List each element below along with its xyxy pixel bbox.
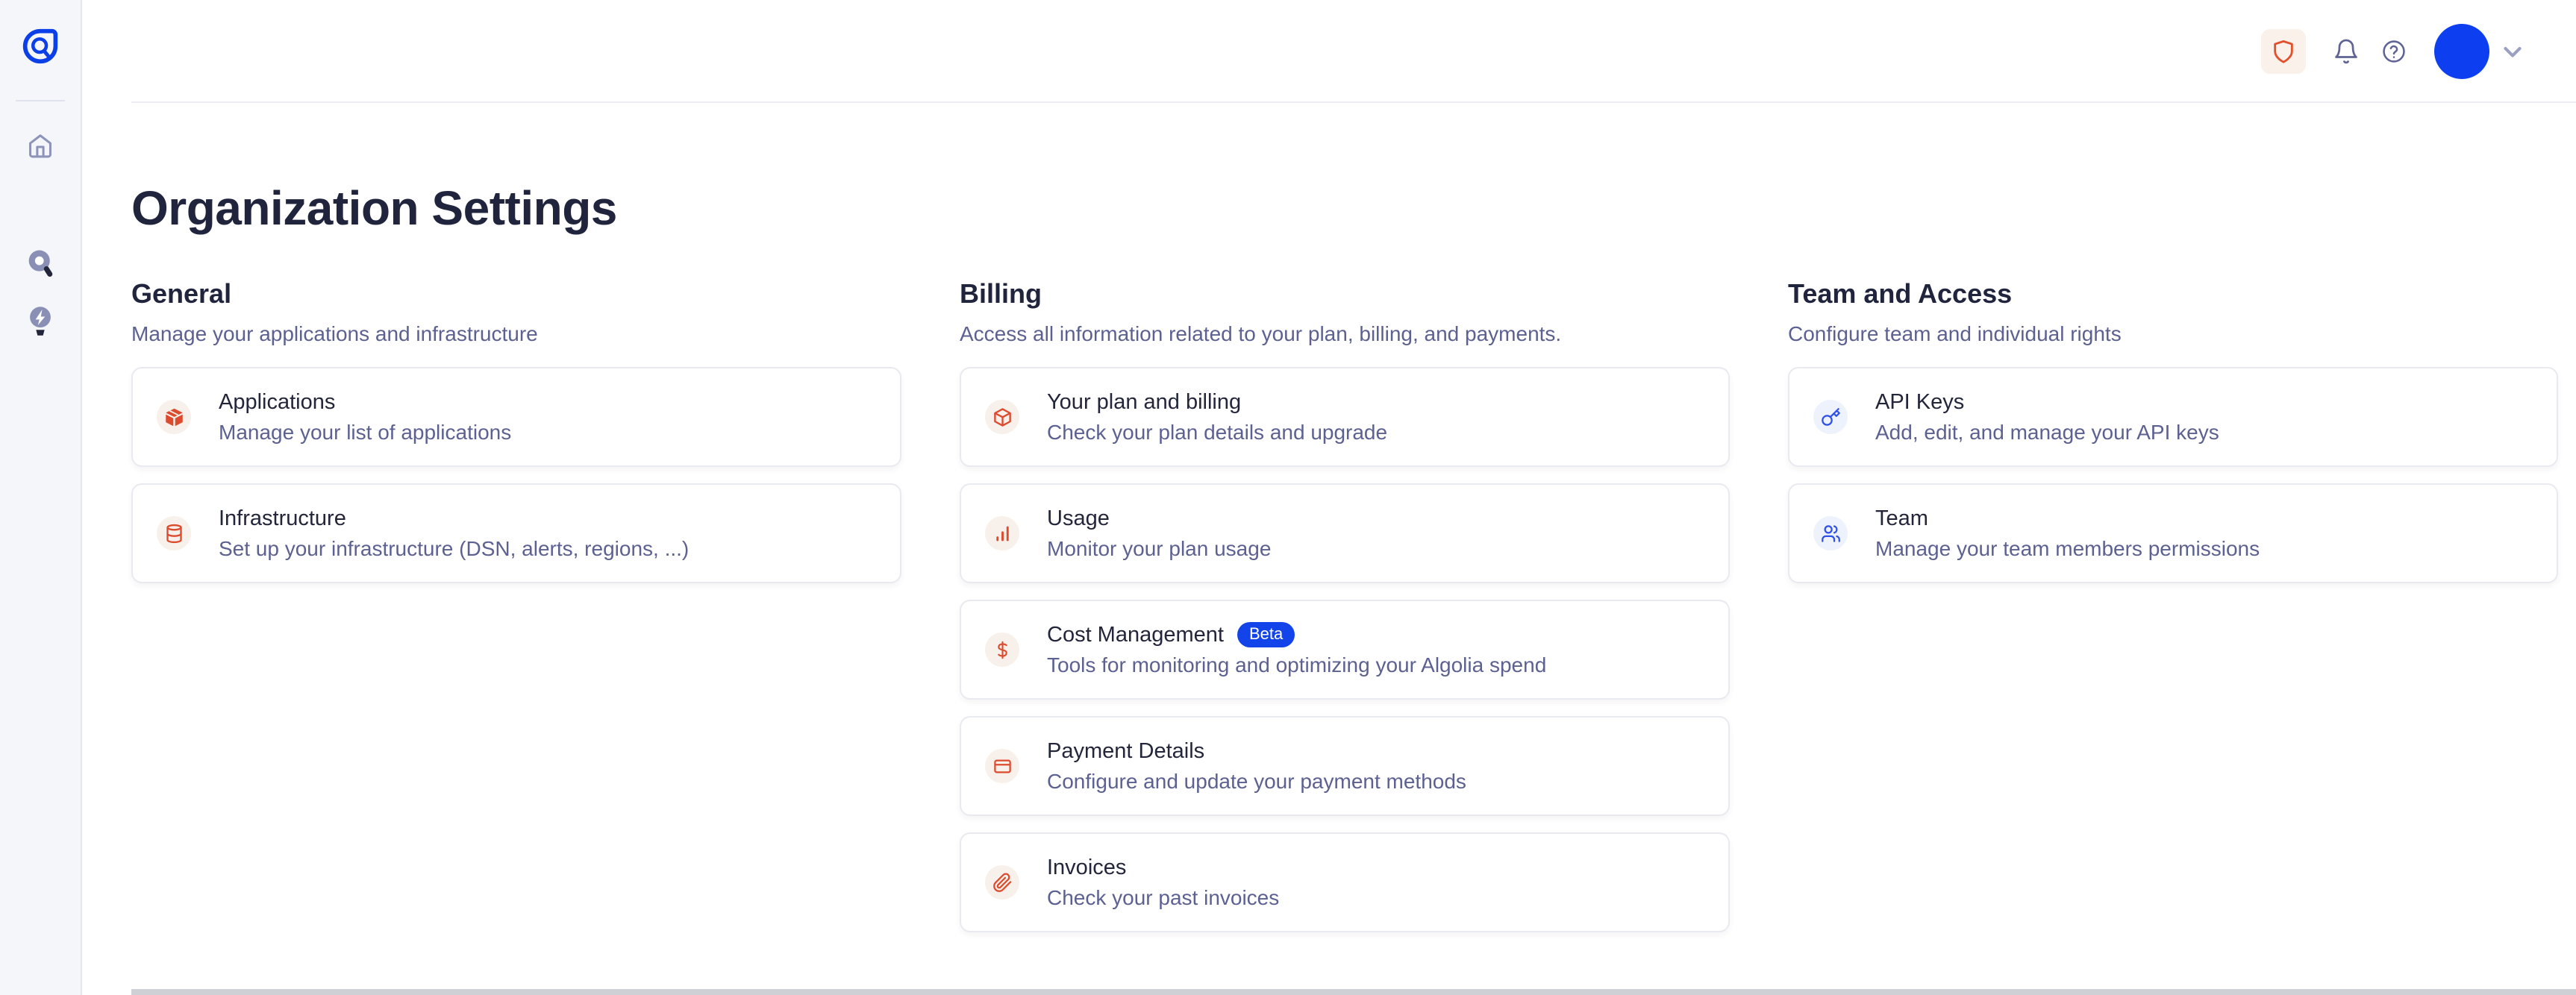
card-description: Tools for monitoring and optimizing your…	[1047, 653, 1546, 678]
card-payment-details[interactable]: Payment Details Configure and update you…	[960, 716, 1730, 816]
page-title: Organization Settings	[131, 181, 2558, 236]
help-button[interactable]	[2376, 34, 2412, 69]
section-title: Team and Access	[1788, 277, 2558, 310]
card-api-keys[interactable]: API Keys Add, edit, and manage your API …	[1788, 367, 2558, 467]
card-description: Manage your team members permissions	[1875, 536, 2260, 562]
card-description: Check your plan details and upgrade	[1047, 420, 1387, 445]
card-plan-billing[interactable]: Your plan and billing Check your plan de…	[960, 367, 1730, 467]
card-title: Team	[1875, 505, 1928, 532]
card-invoices[interactable]: Invoices Check your past invoices	[960, 832, 1730, 932]
card-title: Invoices	[1047, 854, 1126, 881]
card-title: Your plan and billing	[1047, 389, 1241, 415]
card-description: Add, edit, and manage your API keys	[1875, 420, 2219, 445]
relevance-search-icon	[25, 248, 56, 283]
card-usage[interactable]: Usage Monitor your plan usage	[960, 483, 1730, 583]
sidebar-item-home[interactable]	[0, 122, 81, 170]
bar-chart-icon	[985, 516, 1019, 550]
cube-icon	[985, 400, 1019, 434]
footer-divider	[131, 989, 2576, 995]
section-team-access: Team and Access Configure team and indiv…	[1788, 277, 2558, 932]
sidebar	[0, 0, 82, 995]
key-icon	[1813, 400, 1848, 434]
home-icon	[26, 132, 54, 160]
notifications-button[interactable]	[2328, 34, 2364, 69]
shield-icon	[2271, 39, 2296, 64]
help-icon	[2381, 39, 2407, 64]
card-title: Applications	[219, 389, 335, 415]
security-shield-button[interactable]	[2261, 29, 2306, 74]
card-description: Configure and update your payment method…	[1047, 769, 1466, 794]
sidebar-nav	[0, 101, 81, 348]
card-applications[interactable]: Applications Manage your list of applica…	[131, 367, 901, 467]
algolia-logo-icon[interactable]	[21, 27, 60, 66]
card-team[interactable]: Team Manage your team members permission…	[1788, 483, 2558, 583]
card-title: Cost Management	[1047, 621, 1224, 648]
card-title: API Keys	[1875, 389, 1964, 415]
section-description: Access all information related to your p…	[960, 321, 1730, 347]
avatar	[2434, 24, 2489, 79]
credit-card-icon	[985, 749, 1019, 783]
team-icon	[1813, 516, 1848, 550]
bell-icon	[2333, 38, 2360, 65]
card-description: Set up your infrastructure (DSN, alerts,…	[219, 536, 689, 562]
card-title: Infrastructure	[219, 505, 346, 532]
section-title: General	[131, 277, 901, 310]
paperclip-icon	[985, 865, 1019, 900]
sidebar-item-search-relevance[interactable]	[0, 242, 81, 289]
package-icon	[157, 400, 191, 434]
chevron-down-icon	[2498, 37, 2527, 66]
database-icon	[157, 516, 191, 550]
settings-grid: General Manage your applications and inf…	[131, 277, 2558, 932]
card-description: Check your past invoices	[1047, 885, 1279, 911]
section-description: Manage your applications and infrastruct…	[131, 321, 901, 347]
card-title: Usage	[1047, 505, 1110, 532]
section-billing: Billing Access all information related t…	[960, 277, 1730, 932]
dollar-icon	[985, 633, 1019, 667]
section-title: Billing	[960, 277, 1730, 310]
beta-badge: Beta	[1237, 622, 1295, 647]
card-infrastructure[interactable]: Infrastructure Set up your infrastructur…	[131, 483, 901, 583]
card-cost-management[interactable]: Cost Management Beta Tools for monitorin…	[960, 600, 1730, 700]
card-title: Payment Details	[1047, 738, 1204, 765]
top-bar	[82, 0, 2576, 103]
card-description: Monitor your plan usage	[1047, 536, 1271, 562]
section-description: Configure team and individual rights	[1788, 321, 2558, 347]
usage-balloon-icon	[25, 306, 56, 342]
section-general: General Manage your applications and inf…	[131, 277, 901, 932]
sidebar-item-usage[interactable]	[0, 300, 81, 348]
main-content: Organization Settings General Manage you…	[82, 103, 2576, 995]
card-description: Manage your list of applications	[219, 420, 511, 445]
account-menu[interactable]	[2434, 24, 2527, 79]
